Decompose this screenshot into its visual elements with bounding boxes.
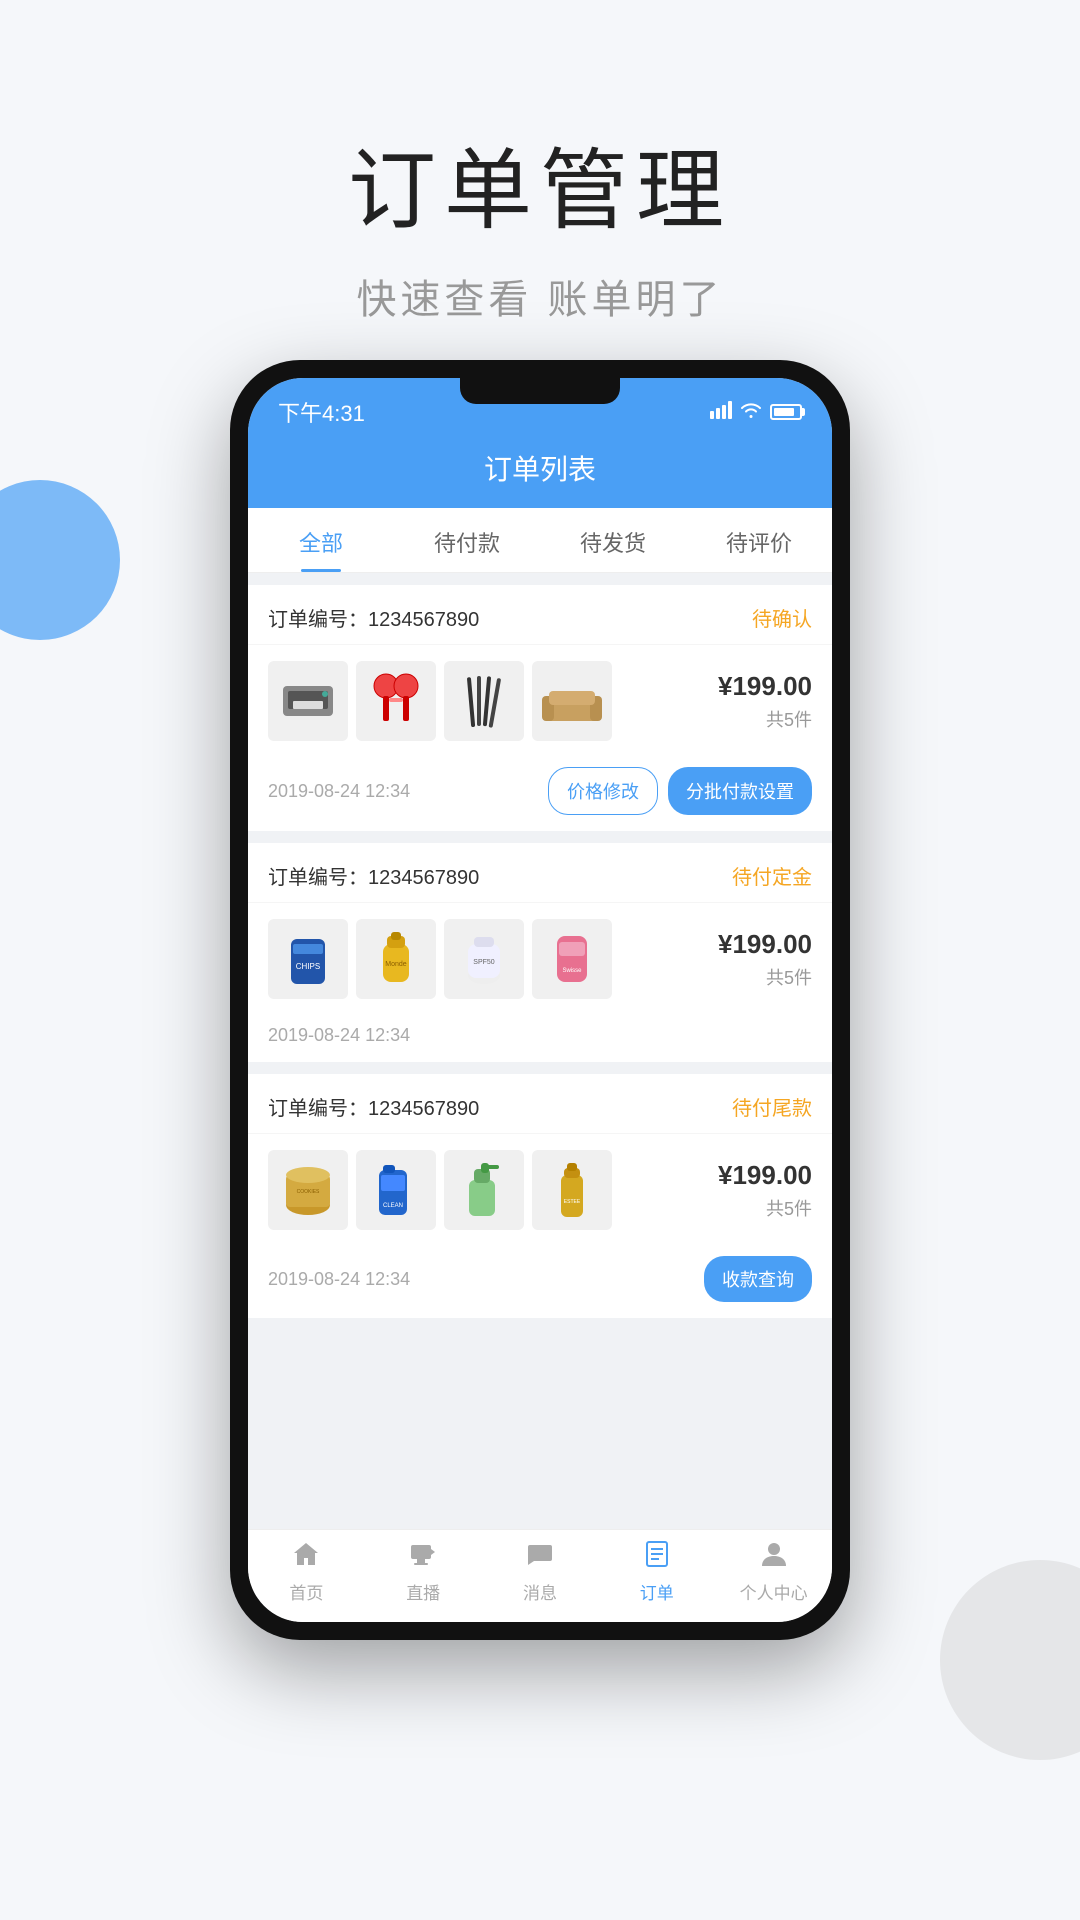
product-img-2-3: SPF50 bbox=[444, 919, 524, 999]
svg-text:COOKIES: COOKIES bbox=[297, 1189, 320, 1195]
tabs-bar: 全部 待付款 待发货 待评价 bbox=[248, 508, 832, 573]
order-footer-1: 2019-08-24 12:34 价格修改 分批付款设置 bbox=[248, 757, 832, 831]
order-number-2: 订单编号：1234567890 bbox=[268, 861, 479, 890]
order-count-3: 共5件 bbox=[718, 1195, 812, 1221]
nav-profile[interactable]: 个人中心 bbox=[715, 1540, 832, 1604]
product-img-3-2: CLEAN bbox=[356, 1150, 436, 1230]
nav-home[interactable]: 首页 bbox=[248, 1540, 365, 1604]
nav-profile-label: 个人中心 bbox=[740, 1579, 808, 1604]
svg-text:CLEAN: CLEAN bbox=[383, 1203, 403, 1209]
product-images-1 bbox=[268, 661, 708, 741]
product-images-3: COOKIES CLEAN bbox=[268, 1150, 708, 1230]
order-products-2: CHIPS Monde bbox=[248, 903, 832, 1015]
order-price-3: ¥199.00 bbox=[718, 1160, 812, 1191]
product-img-2-4: Swisse bbox=[532, 919, 612, 999]
status-time: 下午4:31 bbox=[278, 396, 365, 428]
product-img-2-1: CHIPS bbox=[268, 919, 348, 999]
tab-pending-pay[interactable]: 待付款 bbox=[394, 508, 540, 572]
order-count-2: 共5件 bbox=[718, 964, 812, 990]
svg-text:Monde: Monde bbox=[385, 961, 407, 968]
profile-icon bbox=[760, 1540, 788, 1575]
payment-query-button[interactable]: 收款查询 bbox=[704, 1256, 812, 1302]
product-img-1-1 bbox=[268, 661, 348, 741]
order-price-1: ¥199.00 bbox=[718, 671, 812, 702]
phone-frame: 下午4:31 bbox=[230, 360, 850, 1640]
svg-text:SPF50: SPF50 bbox=[473, 959, 495, 966]
order-price-info-1: ¥199.00 共5件 bbox=[718, 671, 812, 732]
svg-text:Swisse: Swisse bbox=[562, 968, 582, 974]
order-actions-1: 价格修改 分批付款设置 bbox=[548, 767, 812, 815]
phone-notch bbox=[460, 378, 620, 404]
product-img-3-4: ESTEE bbox=[532, 1150, 612, 1230]
nav-live[interactable]: 直播 bbox=[365, 1540, 482, 1604]
order-status-3: 待付尾款 bbox=[732, 1092, 812, 1121]
bottom-nav: 首页 直播 bbox=[248, 1529, 832, 1622]
nav-live-label: 直播 bbox=[406, 1579, 440, 1604]
order-number-1: 订单编号：1234567890 bbox=[268, 603, 479, 632]
order-status-1: 待确认 bbox=[752, 603, 812, 632]
product-img-1-3 bbox=[444, 661, 524, 741]
svg-text:ESTEE: ESTEE bbox=[564, 1199, 581, 1205]
product-images-2: CHIPS Monde bbox=[268, 919, 708, 999]
product-img-2-2: Monde bbox=[356, 919, 436, 999]
nav-order[interactable]: 订单 bbox=[598, 1540, 715, 1604]
app-header: 订单列表 bbox=[248, 438, 832, 508]
page-subtitle: 快速查看 账单明了 bbox=[0, 267, 1080, 325]
order-products-3: COOKIES CLEAN bbox=[248, 1134, 832, 1246]
product-img-1-2 bbox=[356, 661, 436, 741]
tab-all[interactable]: 全部 bbox=[248, 508, 394, 572]
order-price-2: ¥199.00 bbox=[718, 929, 812, 960]
svg-text:CHIPS: CHIPS bbox=[296, 962, 320, 971]
battery-icon bbox=[770, 404, 802, 420]
order-price-info-2: ¥199.00 共5件 bbox=[718, 929, 812, 990]
order-list: 订单编号：1234567890 待确认 bbox=[248, 573, 832, 1529]
app-header-title: 订单列表 bbox=[268, 448, 812, 488]
order-status-2: 待付定金 bbox=[732, 861, 812, 890]
nav-home-label: 首页 bbox=[289, 1579, 323, 1604]
phone-wrapper: 下午4:31 bbox=[230, 360, 850, 1640]
product-img-3-3 bbox=[444, 1150, 524, 1230]
order-price-info-3: ¥199.00 共5件 bbox=[718, 1160, 812, 1221]
page-title: 订单管理 bbox=[0, 120, 1080, 247]
live-icon bbox=[409, 1540, 437, 1575]
batch-payment-button[interactable]: 分批付款设置 bbox=[668, 767, 812, 815]
order-products-1: ¥199.00 共5件 bbox=[248, 645, 832, 757]
status-icons bbox=[710, 401, 802, 424]
order-card-1: 订单编号：1234567890 待确认 bbox=[248, 585, 832, 831]
bg-circle-left bbox=[0, 480, 120, 640]
product-img-1-4 bbox=[532, 661, 612, 741]
order-count-1: 共5件 bbox=[718, 706, 812, 732]
price-modify-button[interactable]: 价格修改 bbox=[548, 767, 658, 815]
signal-icon bbox=[710, 401, 732, 424]
tab-pending-ship[interactable]: 待发货 bbox=[540, 508, 686, 572]
wifi-icon bbox=[740, 401, 762, 424]
message-icon bbox=[526, 1540, 554, 1575]
nav-order-label: 订单 bbox=[640, 1579, 674, 1604]
order-footer-3: 2019-08-24 12:34 收款查询 bbox=[248, 1246, 832, 1318]
order-actions-3: 收款查询 bbox=[704, 1256, 812, 1302]
order-card-2: 订单编号：1234567890 待付定金 CHIPS bbox=[248, 843, 832, 1062]
order-date-3: 2019-08-24 12:34 bbox=[268, 1269, 410, 1290]
order-footer-2: 2019-08-24 12:34 bbox=[248, 1015, 832, 1062]
phone-screen: 下午4:31 bbox=[248, 378, 832, 1622]
order-number-3: 订单编号：1234567890 bbox=[268, 1092, 479, 1121]
order-date-2: 2019-08-24 12:34 bbox=[268, 1025, 410, 1046]
tab-pending-review[interactable]: 待评价 bbox=[686, 508, 832, 572]
order-header-3: 订单编号：1234567890 待付尾款 bbox=[248, 1074, 832, 1134]
nav-message-label: 消息 bbox=[523, 1579, 557, 1604]
page-header: 订单管理 快速查看 账单明了 bbox=[0, 0, 1080, 385]
order-date-1: 2019-08-24 12:34 bbox=[268, 781, 410, 802]
order-header-1: 订单编号：1234567890 待确认 bbox=[248, 585, 832, 645]
order-card-3: 订单编号：1234567890 待付尾款 bbox=[248, 1074, 832, 1318]
order-header-2: 订单编号：1234567890 待付定金 bbox=[248, 843, 832, 903]
bg-circle-right bbox=[940, 1560, 1080, 1760]
nav-message[interactable]: 消息 bbox=[482, 1540, 599, 1604]
order-icon bbox=[643, 1540, 671, 1575]
home-icon bbox=[292, 1540, 320, 1575]
product-img-3-1: COOKIES bbox=[268, 1150, 348, 1230]
